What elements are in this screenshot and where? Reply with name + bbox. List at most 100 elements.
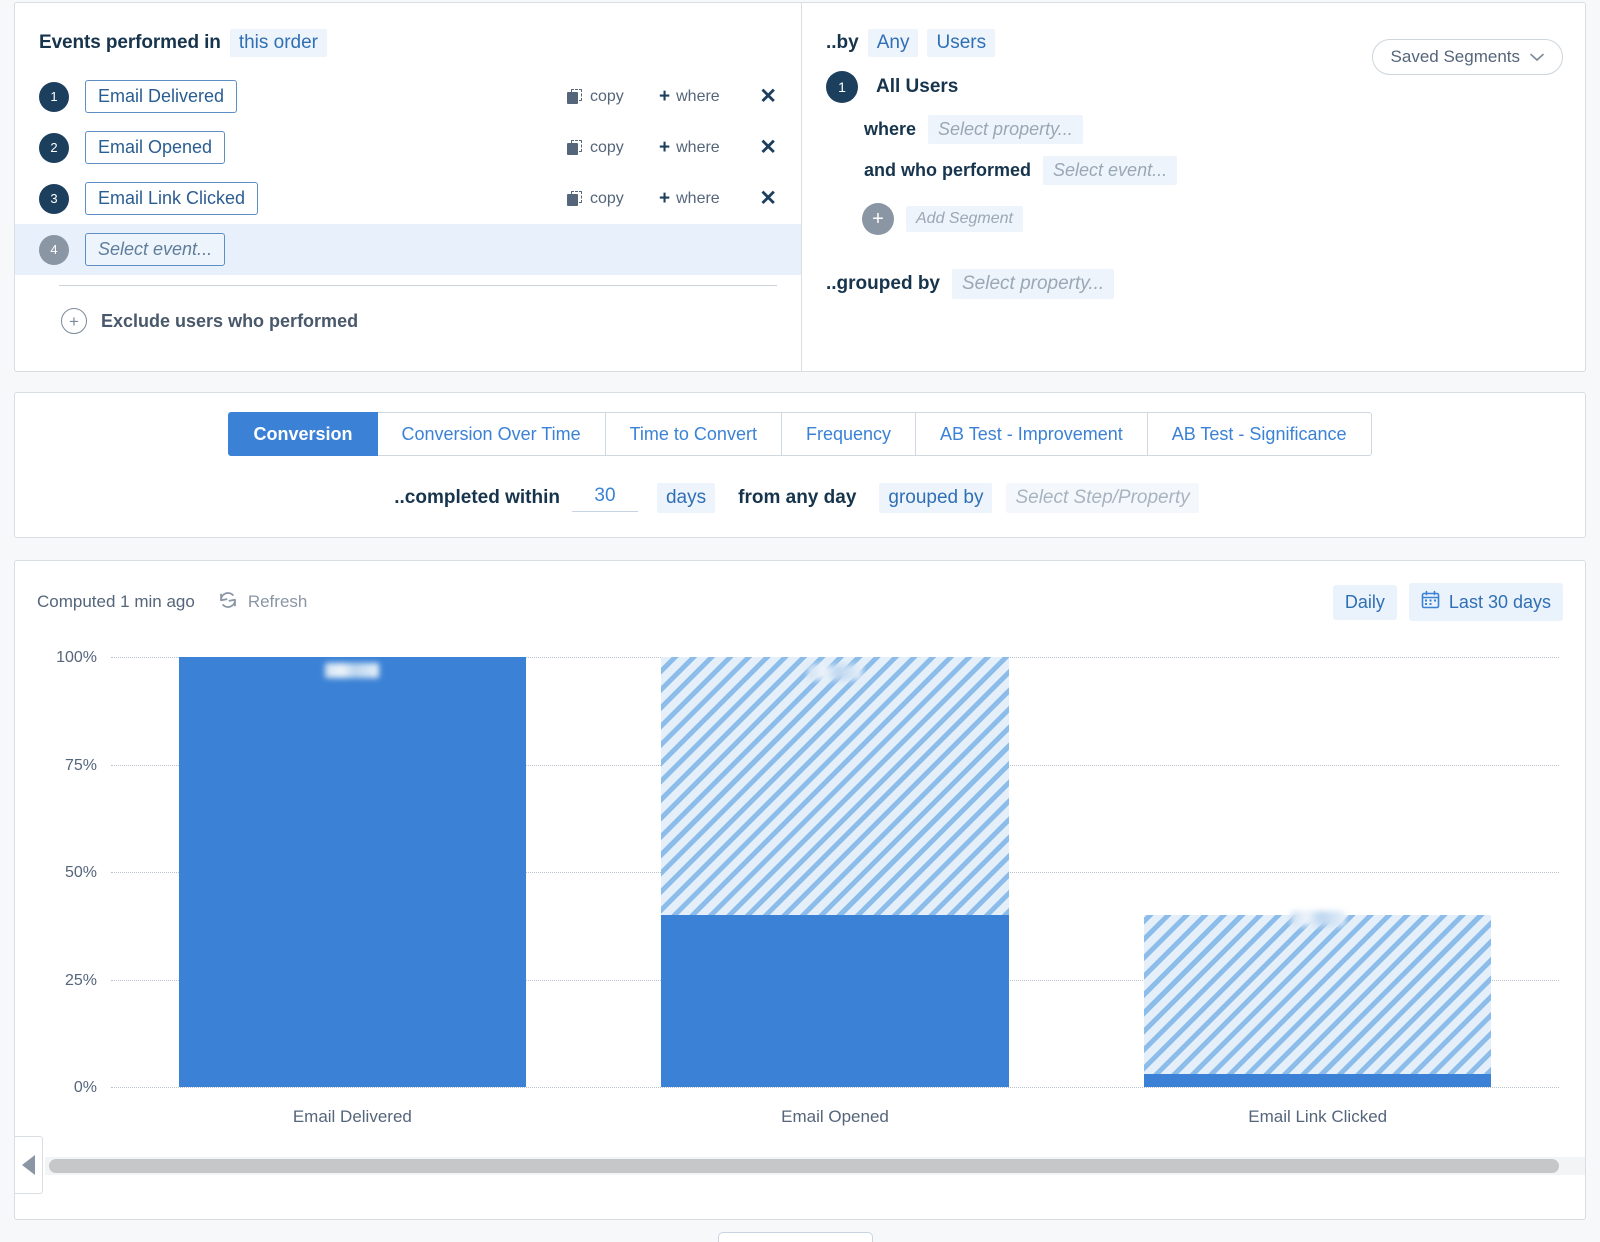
x-tick-label: Email Delivered: [111, 1107, 594, 1127]
and-who-performed-label: and who performed: [864, 160, 1031, 181]
events-panel-header: Events performed in this order: [15, 3, 801, 57]
event-select-box[interactable]: Email Opened: [85, 131, 225, 164]
collapse-panel-handle[interactable]: [15, 1136, 43, 1194]
segment-name[interactable]: All Users: [876, 76, 958, 98]
grouped-by-row: ..grouped by Select property...: [802, 235, 1585, 299]
date-range-selector[interactable]: Last 30 days: [1409, 583, 1563, 621]
event-step-list: 1 Email Delivered copy + where ✕: [15, 71, 801, 275]
where-label: where: [676, 88, 720, 106]
event-step-row-new[interactable]: 4 Select event...: [15, 224, 801, 275]
completed-within-label: ..completed within: [394, 487, 560, 509]
select-property-input[interactable]: Select property...: [928, 115, 1083, 144]
copy-button[interactable]: copy: [567, 190, 659, 208]
funnel-bar[interactable]: [179, 657, 527, 1087]
grouped-by-input[interactable]: Select property...: [952, 269, 1114, 299]
chevron-down-icon: [1530, 50, 1544, 65]
event-select-box[interactable]: Email Link Clicked: [85, 182, 258, 215]
remove-step-button[interactable]: ✕: [747, 84, 777, 109]
tab-time-to-convert[interactable]: Time to Convert: [606, 412, 782, 456]
copy-button[interactable]: copy: [567, 88, 659, 106]
grouped-by-label: ..grouped by: [826, 273, 940, 295]
query-builder-row: Events performed in this order 1 Email D…: [14, 2, 1586, 372]
chart-header: Computed 1 min ago Refresh Daily: [15, 561, 1585, 621]
users-chip[interactable]: Users: [927, 29, 995, 57]
segment-performed-row: and who performed Select event...: [802, 144, 1585, 185]
step-actions: copy + where ✕: [567, 71, 777, 122]
where-label: where: [864, 119, 916, 140]
bar-value-label-redacted: [325, 663, 379, 678]
plus-circle-icon: +: [862, 203, 894, 235]
bar-dropoff-segment: [661, 657, 1009, 915]
y-tick-label: 25%: [65, 972, 97, 990]
step-actions: copy + where ✕: [567, 122, 777, 173]
grouped-by-chip[interactable]: grouped by: [879, 483, 992, 513]
within-days-input[interactable]: 30: [572, 485, 638, 512]
select-event-input[interactable]: Select event...: [1043, 156, 1177, 185]
calendar-icon: [1421, 590, 1440, 614]
funnel-bar[interactable]: [661, 657, 1009, 1087]
within-unit-chip[interactable]: days: [657, 483, 715, 513]
by-label: ..by: [826, 32, 859, 54]
bar-converted-segment: [661, 915, 1009, 1087]
tab-conversion[interactable]: Conversion: [228, 412, 377, 456]
completed-within-row: ..completed within 30 days from any day …: [15, 483, 1585, 513]
event-step-row[interactable]: 1 Email Delivered copy + where ✕: [15, 71, 801, 122]
remove-step-button[interactable]: ✕: [747, 186, 777, 211]
add-segment-button[interactable]: + Add Segment: [802, 185, 1585, 235]
refresh-icon: [217, 589, 248, 616]
tab-frequency[interactable]: Frequency: [782, 412, 916, 456]
copy-label: copy: [590, 88, 624, 106]
bar-converted-segment: [179, 657, 527, 1087]
bar-slot: Email Link Clicked: [1076, 657, 1559, 1087]
remove-step-button[interactable]: ✕: [747, 135, 777, 160]
step-badge: 2: [39, 133, 69, 163]
y-tick-label: 100%: [56, 649, 97, 667]
event-step-row[interactable]: 3 Email Link Clicked copy + where ✕: [15, 173, 801, 224]
saved-segments-dropdown[interactable]: Saved Segments: [1372, 39, 1563, 75]
plus-icon: +: [659, 86, 670, 108]
event-step-row[interactable]: 2 Email Opened copy + where ✕: [15, 122, 801, 173]
bottom-partial-panel[interactable]: [718, 1232, 873, 1242]
add-where-button[interactable]: + where: [659, 188, 747, 210]
any-chip[interactable]: Any: [868, 29, 919, 57]
funnel-bar[interactable]: [1144, 915, 1492, 1087]
tab-ab-test-improvement[interactable]: AB Test - Improvement: [916, 412, 1148, 456]
refresh-button[interactable]: Refresh: [217, 589, 308, 616]
chart-card: Computed 1 min ago Refresh Daily: [14, 560, 1586, 1220]
events-panel: Events performed in this order 1 Email D…: [15, 3, 802, 371]
step-badge: 1: [39, 82, 69, 112]
exclude-users-button[interactable]: + Exclude users who performed: [15, 286, 801, 334]
horizontal-scrollbar-thumb[interactable]: [49, 1159, 1559, 1173]
granularity-selector[interactable]: Daily: [1333, 585, 1397, 620]
gridline: 0%: [111, 1087, 1559, 1088]
select-step-property-input[interactable]: Select Step/Property: [1006, 483, 1198, 513]
step-badge: 3: [39, 184, 69, 214]
app-root: Events performed in this order 1 Email D…: [0, 0, 1600, 1242]
y-tick-label: 50%: [65, 864, 97, 882]
analysis-controls-card: Conversion Conversion Over Time Time to …: [14, 392, 1586, 538]
x-tick-label: Email Opened: [594, 1107, 1077, 1127]
bar-group: Email Delivered Email Opened: [111, 657, 1559, 1087]
copy-label: copy: [590, 190, 624, 208]
step-actions: copy + where ✕: [567, 173, 777, 224]
y-tick-label: 0%: [74, 1079, 97, 1097]
copy-icon: [567, 140, 583, 156]
from-any-day-label[interactable]: from any day: [729, 483, 865, 513]
plus-icon: +: [659, 188, 670, 210]
bar-slot: Email Opened: [594, 657, 1077, 1087]
add-segment-label: Add Segment: [906, 206, 1023, 232]
segments-panel: ..by Any Users Saved Segments 1 All User…: [802, 3, 1585, 371]
circle-plus-icon: +: [61, 308, 87, 334]
plot-area: 100% 75% 50% 25% 0%: [111, 657, 1559, 1087]
add-where-button[interactable]: + where: [659, 86, 747, 108]
event-select-box[interactable]: Select event...: [85, 233, 225, 266]
copy-button[interactable]: copy: [567, 139, 659, 157]
triangle-left-icon: [22, 1155, 35, 1175]
event-order-chip[interactable]: this order: [230, 29, 327, 57]
event-select-box[interactable]: Email Delivered: [85, 80, 237, 113]
bar-value-label-redacted: [808, 665, 862, 680]
segment-where-row: where Select property...: [802, 103, 1585, 144]
tab-conversion-over-time[interactable]: Conversion Over Time: [378, 412, 606, 456]
add-where-button[interactable]: + where: [659, 137, 747, 159]
tab-ab-test-significance[interactable]: AB Test - Significance: [1148, 412, 1372, 456]
